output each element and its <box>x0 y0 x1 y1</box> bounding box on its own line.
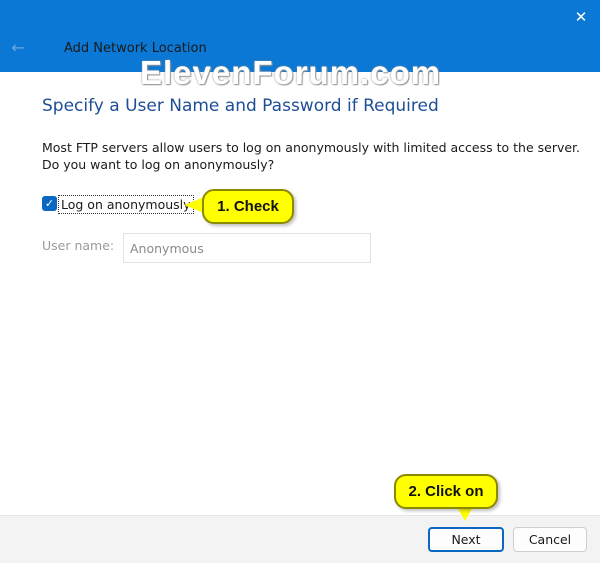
username-label: User name: <box>42 238 115 253</box>
description-text: Most FTP servers allow users to log on a… <box>42 140 581 172</box>
callout-pointer-check <box>184 197 204 213</box>
back-arrow-icon[interactable]: ← <box>8 38 28 58</box>
username-input <box>123 233 371 263</box>
callout-check: 1. Check <box>202 189 294 224</box>
cancel-button[interactable]: Cancel <box>513 527 587 552</box>
page-heading: Specify a User Name and Password if Requ… <box>42 96 439 116</box>
next-button[interactable]: Next <box>428 527 504 552</box>
checkmark-icon[interactable]: ✓ <box>42 196 57 211</box>
close-icon[interactable]: ✕ <box>570 6 592 28</box>
watermark: ElevenForum.com <box>140 54 442 91</box>
dialog-footer <box>0 515 600 563</box>
callout-click: 2. Click on <box>394 474 498 509</box>
anonymous-checkbox-label[interactable]: Log on anonymously <box>58 195 194 214</box>
